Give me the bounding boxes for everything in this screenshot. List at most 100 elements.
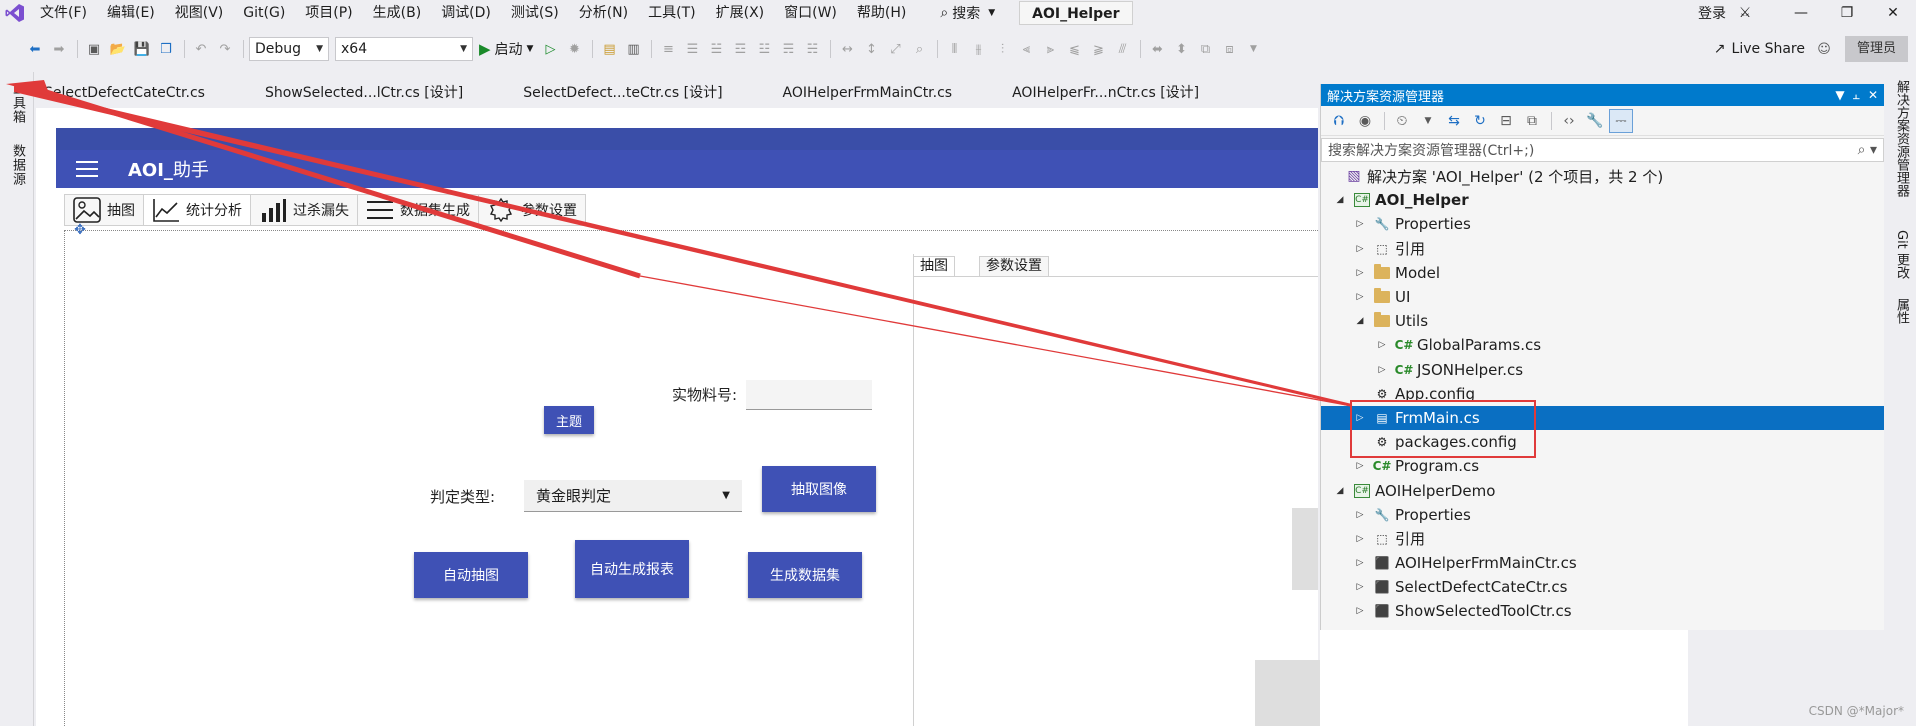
doc-tab-3[interactable]: SelectDefect...teCtr.cs [设计]	[513, 80, 732, 106]
bring-front-icon[interactable]: ⧉	[1194, 38, 1216, 60]
open-folder-icon[interactable]: 📂	[107, 38, 129, 60]
tree-row-solution[interactable]: ▧ 解决方案 'AOI_Helper' (2 个项目，共 2 个)	[1321, 164, 1884, 188]
sync-icon[interactable]: ⇆	[1442, 109, 1466, 133]
browse-icon[interactable]: ▤	[598, 38, 620, 60]
git-changes-tab[interactable]: Git 更改	[1892, 230, 1911, 279]
expand-icon[interactable]: ▷	[1353, 292, 1367, 302]
vspacing-remove-icon[interactable]: ⫻	[1111, 38, 1133, 60]
menu-debug[interactable]: 调试(D)	[431, 0, 501, 26]
tree-row-selectdefectcatectr[interactable]: ▷ ⬛ SelectDefectCateCtr.cs	[1321, 575, 1884, 599]
zoom-icon[interactable]: ⌕	[908, 38, 930, 60]
extract-image-button[interactable]: 抽取图像	[762, 466, 876, 512]
pin-icon[interactable]: ⫠	[1853, 88, 1860, 103]
close-button[interactable]: ✕	[1870, 0, 1916, 26]
theme-button[interactable]: 主题	[544, 406, 594, 434]
dropdown-icon[interactable]: ▼	[1835, 88, 1844, 103]
material-input[interactable]	[746, 380, 872, 410]
account-icon[interactable]: ⚔	[1732, 0, 1758, 26]
send-back-icon[interactable]: ⧈	[1218, 38, 1240, 60]
expand-icon[interactable]: ▷	[1353, 558, 1367, 568]
vspacing-icon[interactable]: ⫸	[1039, 38, 1061, 60]
toolbox-tab[interactable]: 工具箱	[8, 82, 27, 124]
expand-icon[interactable]: ▷	[1353, 510, 1367, 520]
tree-row-references[interactable]: ▷ ⬚ 引用	[1321, 237, 1884, 261]
tree-row-aoihelperfrmmainctr[interactable]: ▷ ⬛ AOIHelperFrmMainCtr.cs	[1321, 551, 1884, 575]
close-icon[interactable]: ✕	[1868, 88, 1878, 103]
undo-icon[interactable]: ↶	[190, 38, 212, 60]
start-without-debug-icon[interactable]: ▷	[539, 38, 561, 60]
collapse-icon[interactable]: ◢	[1353, 316, 1367, 326]
tree-row-globalparams[interactable]: ▷ C# GlobalParams.cs	[1321, 333, 1884, 357]
home-icon[interactable]: ◉	[1353, 109, 1377, 133]
forward-icon[interactable]: ➡	[48, 38, 70, 60]
menu-edit[interactable]: 编辑(E)	[97, 0, 165, 26]
save-icon[interactable]: 💾	[131, 38, 153, 60]
vspacing-increase-icon[interactable]: ⫹	[1063, 38, 1085, 60]
wrench-icon[interactable]: 🔧	[1583, 109, 1607, 133]
align-center-icon[interactable]: ☱	[705, 38, 727, 60]
menu-window[interactable]: 窗口(W)	[774, 0, 847, 26]
refresh-icon[interactable]: ↻	[1468, 109, 1492, 133]
visual-studio-logo-icon[interactable]	[0, 0, 30, 26]
chevron-down-icon[interactable]: ▼	[1242, 38, 1264, 60]
expand-icon[interactable]: ▷	[1353, 268, 1367, 278]
new-project-icon[interactable]: ▣	[83, 38, 105, 60]
tree-row-project-demo[interactable]: ◢ C# AOIHelperDemo	[1321, 478, 1884, 502]
history-icon[interactable]: ⏲	[1390, 109, 1414, 133]
inner-tab-extract[interactable]: 抽图	[913, 256, 955, 276]
hamburger-menu-icon[interactable]	[76, 161, 98, 177]
start-button[interactable]: ▶ 启动 ▼	[479, 39, 533, 59]
judge-type-select[interactable]: 黄金眼判定 ▼	[524, 480, 742, 512]
menu-test[interactable]: 测试(S)	[501, 0, 569, 26]
menu-analyze[interactable]: 分析(N)	[569, 0, 638, 26]
spacing-increase-icon[interactable]: ⫵	[967, 38, 989, 60]
expand-icon[interactable]: ▷	[1353, 582, 1367, 592]
align-icon[interactable]: ≡	[657, 38, 679, 60]
redo-icon[interactable]: ↷	[214, 38, 236, 60]
tree-row-utils[interactable]: ◢ Utils	[1321, 309, 1884, 333]
collapse-all-icon[interactable]: ⊟	[1494, 109, 1518, 133]
generate-dataset-button[interactable]: 生成数据集	[748, 552, 862, 598]
doc-tab-5[interactable]: AOIHelperFr...nCtr.cs [设计]	[1002, 80, 1209, 106]
live-share-button[interactable]: ↗ Live Share	[1706, 41, 1813, 57]
layout-icon[interactable]: ▥	[622, 38, 644, 60]
tree-row-demo-properties[interactable]: ▷ 🔧 Properties	[1321, 503, 1884, 527]
solution-search-input[interactable]: 搜索解决方案资源管理器(Ctrl+;) ⌕ ▾	[1321, 138, 1884, 162]
search-button[interactable]: ⌕ 搜索 ▼	[932, 3, 1003, 23]
collapse-icon[interactable]: ◢	[1333, 486, 1347, 496]
expand-icon[interactable]: ▷	[1353, 219, 1367, 229]
expand-icon[interactable]: ▷	[1353, 461, 1367, 471]
switch-view-icon[interactable]: ⮉	[1327, 109, 1351, 133]
expand-icon[interactable]: ▷	[1353, 534, 1367, 544]
feedback-icon[interactable]: ☺	[1813, 38, 1835, 60]
doc-tab-2[interactable]: ShowSelected...lCtr.cs [设计]	[255, 80, 473, 106]
align-top-icon[interactable]: ☳	[753, 38, 775, 60]
menu-extensions[interactable]: 扩展(X)	[706, 0, 775, 26]
tree-row-jsonhelper[interactable]: ▷ C# JSONHelper.cs	[1321, 358, 1884, 382]
vspacing-decrease-icon[interactable]: ⫺	[1087, 38, 1109, 60]
login-link[interactable]: 登录	[1692, 3, 1732, 23]
spacing-decrease-icon[interactable]: ⫶	[991, 38, 1013, 60]
nav-tab-statistics[interactable]: 统计分析	[144, 195, 251, 225]
platform-select[interactable]: x64 ▼	[335, 37, 473, 61]
save-all-icon[interactable]: ❒	[155, 38, 177, 60]
auto-extract-button[interactable]: 自动抽图	[414, 552, 528, 598]
chevron-down-icon[interactable]: ▼	[1416, 109, 1440, 133]
menu-project[interactable]: 项目(P)	[295, 0, 362, 26]
nav-tab-dataset[interactable]: 数据集生成	[358, 195, 479, 225]
align-bottom-icon[interactable]: ☵	[801, 38, 823, 60]
minimize-button[interactable]: —	[1778, 0, 1824, 26]
configuration-select[interactable]: Debug ▼	[249, 37, 329, 61]
tree-row-model[interactable]: ▷ Model	[1321, 261, 1884, 285]
spacing-icon[interactable]: ⫴	[943, 38, 965, 60]
menu-file[interactable]: 文件(F)	[30, 0, 97, 26]
menu-tools[interactable]: 工具(T)	[638, 0, 705, 26]
doc-tab-4[interactable]: AOIHelperFrmMainCtr.cs	[773, 80, 963, 106]
align-right-icon[interactable]: ☲	[729, 38, 751, 60]
expand-icon[interactable]: ▷	[1375, 340, 1389, 350]
same-height-icon[interactable]: ↕	[860, 38, 882, 60]
show-all-files-icon[interactable]: ⧉	[1520, 109, 1544, 133]
align-middle-icon[interactable]: ☴	[777, 38, 799, 60]
preview-icon[interactable]: ⎓	[1609, 108, 1633, 133]
properties-tab[interactable]: 属性	[1892, 298, 1911, 324]
